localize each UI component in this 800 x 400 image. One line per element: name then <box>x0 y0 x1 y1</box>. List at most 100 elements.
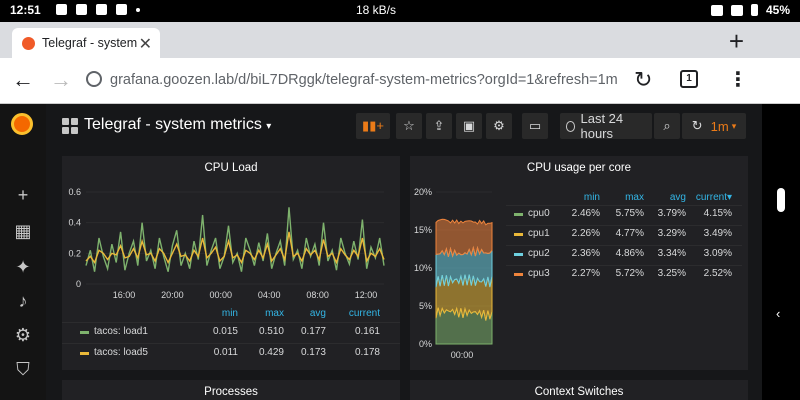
legend-column-header[interactable]: avg <box>670 192 686 203</box>
panel-title[interactable]: Context Switches <box>410 386 748 398</box>
browser-tab[interactable]: Telegraf - system ✕ <box>12 28 160 58</box>
new-tab-icon[interactable]: + <box>729 26 744 57</box>
legend-swatch <box>80 352 89 355</box>
legend-row[interactable]: tacos: load1 0.015 0.510 0.177 0.161 <box>62 326 400 339</box>
settings-button[interactable]: ⚙ <box>486 113 512 139</box>
legend-value-min: 2.36% <box>571 248 600 259</box>
refresh-picker-button[interactable]: ↻ 1m ▾ <box>682 113 746 139</box>
legend-value-current: 3.09% <box>703 248 732 259</box>
legend-value-max: 5.72% <box>615 268 644 279</box>
forward-arrow-icon[interactable]: → <box>50 67 72 93</box>
overflow-menu-icon[interactable]: ⋮ <box>728 67 748 92</box>
network-speed: 18 kB/s <box>356 3 397 17</box>
reload-icon[interactable]: ↻ <box>634 67 652 93</box>
time-range-label: Last 24 hours <box>580 111 624 141</box>
close-icon[interactable]: ✕ <box>139 34 152 54</box>
legend-value-max: 4.77% <box>615 228 644 239</box>
legend-swatch <box>514 253 523 256</box>
share-button[interactable]: ⇪ <box>426 113 452 139</box>
legend-series-name: tacos: load5 <box>94 347 148 358</box>
legend-value-avg: 0.173 <box>300 347 326 358</box>
legend-value-avg: 3.79% <box>657 208 686 219</box>
legend-value-avg: 3.34% <box>657 248 686 259</box>
scrollbar-thumb[interactable] <box>777 188 785 212</box>
x-tick-label: 20:00 <box>161 290 184 300</box>
url-field[interactable]: grafana.goozen.lab/d/biL7DRggk/telegraf-… <box>110 72 618 88</box>
panel-title[interactable]: Processes <box>62 386 400 398</box>
legend-value-avg: 3.29% <box>657 228 686 239</box>
y-tick-label: 0.2 <box>68 248 81 258</box>
legend-value-min: 0.015 <box>212 326 238 337</box>
dashboard-title-text: Telegraf - system metrics <box>84 116 262 133</box>
grafana-favicon-icon <box>22 36 35 50</box>
legend-row[interactable]: cpu1 2.26% 4.77% 3.29% 3.49% <box>410 228 748 241</box>
time-picker-button[interactable]: Last 24 hours <box>560 111 652 141</box>
explore-icon[interactable]: ✦ <box>14 258 32 276</box>
legend-column-header[interactable]: min <box>584 192 600 203</box>
share-icon: ⇪ <box>433 118 445 133</box>
legend-row[interactable]: cpu2 2.36% 4.86% 3.34% 3.09% <box>410 248 748 261</box>
address-bar: ← → grafana.goozen.lab/d/biL7DRggk/teleg… <box>0 58 800 104</box>
tab-count-button[interactable]: 1 <box>680 70 698 88</box>
y-tick-label: 0.6 <box>68 187 81 197</box>
caret-down-icon: ▾ <box>266 121 272 132</box>
legend-row[interactable]: cpu3 2.27% 5.72% 3.25% 2.52% <box>410 268 748 281</box>
vibrate-icon <box>710 4 723 16</box>
shield-icon[interactable]: ⛉ <box>14 360 32 378</box>
legend-value-max: 0.429 <box>258 347 284 358</box>
legend-column-header[interactable]: max <box>625 192 644 203</box>
row-divider <box>506 205 742 206</box>
legend-value-current: 3.49% <box>703 228 732 239</box>
save-button[interactable]: ▣ <box>456 113 482 139</box>
zoom-out-button[interactable]: ⌕ <box>654 113 680 139</box>
bell-icon[interactable]: ♪ <box>14 292 32 310</box>
legend-series-name: cpu3 <box>528 268 550 279</box>
android-icon <box>76 4 87 15</box>
legend-row[interactable]: cpu0 2.46% 5.75% 3.79% 4.15% <box>410 208 748 221</box>
status-right: 45% <box>710 3 790 17</box>
plus-icon[interactable]: + <box>14 186 32 204</box>
dashboard-title[interactable]: Telegraf - system metrics ▾ <box>84 116 271 134</box>
legend-row[interactable]: tacos: load5 0.011 0.429 0.173 0.178 <box>62 347 400 360</box>
legend-series-name: cpu0 <box>528 208 550 219</box>
legend-column-header[interactable]: current <box>349 308 380 319</box>
status-time: 12:51 <box>10 3 41 17</box>
row-divider <box>62 322 400 323</box>
panel-title[interactable]: CPU usage per core <box>410 162 748 174</box>
dot-icon <box>136 8 140 12</box>
grafana-logo-icon[interactable] <box>11 113 33 135</box>
dashboard-navbar: Telegraf - system metrics ▾ ▮▮+ ☆ ⇪ ▣ ⚙ … <box>46 104 762 148</box>
image-icon <box>56 4 67 15</box>
shield-icon <box>116 4 127 15</box>
globe-icon <box>86 71 102 87</box>
legend-series-name: cpu2 <box>528 248 550 259</box>
x-tick-label: 12:00 <box>355 290 378 300</box>
row-divider <box>506 245 742 246</box>
add-panel-button[interactable]: ▮▮+ <box>356 113 390 139</box>
legend-column-header[interactable]: min <box>222 308 238 319</box>
x-tick-label: 08:00 <box>306 290 329 300</box>
legend-header: min max avg current▾ <box>410 192 748 204</box>
monitor-icon: ▭ <box>528 118 542 133</box>
refresh-interval: 1m <box>710 118 729 134</box>
tv-mode-button[interactable]: ▭ <box>522 113 548 139</box>
y-tick-label: 0% <box>419 339 432 349</box>
zoom-out-icon: ⌕ <box>663 118 671 133</box>
dashboards-icon[interactable]: ▦ <box>14 222 32 240</box>
legend-column-header[interactable]: avg <box>310 308 326 319</box>
refresh-icon: ↻ <box>691 118 703 133</box>
legend-value-max: 5.75% <box>615 208 644 219</box>
notification-icons <box>56 4 140 15</box>
gear-icon: ⚙ <box>493 118 505 133</box>
gear-icon[interactable]: ⚙ <box>14 326 32 344</box>
legend-value-current: 4.15% <box>703 208 732 219</box>
back-arrow-icon[interactable]: ← <box>12 67 34 93</box>
y-tick-label: 0 <box>76 279 81 289</box>
chevron-left-icon[interactable]: ‹ <box>776 306 780 321</box>
panel-title[interactable]: CPU Load <box>62 162 400 174</box>
star-button[interactable]: ☆ <box>396 113 422 139</box>
legend-column-header[interactable]: current▾ <box>696 192 732 203</box>
status-bar: 12:51 18 kB/s 45% <box>0 0 800 22</box>
legend-column-header[interactable]: max <box>265 308 284 319</box>
x-tick-label: 00:00 <box>451 350 474 360</box>
